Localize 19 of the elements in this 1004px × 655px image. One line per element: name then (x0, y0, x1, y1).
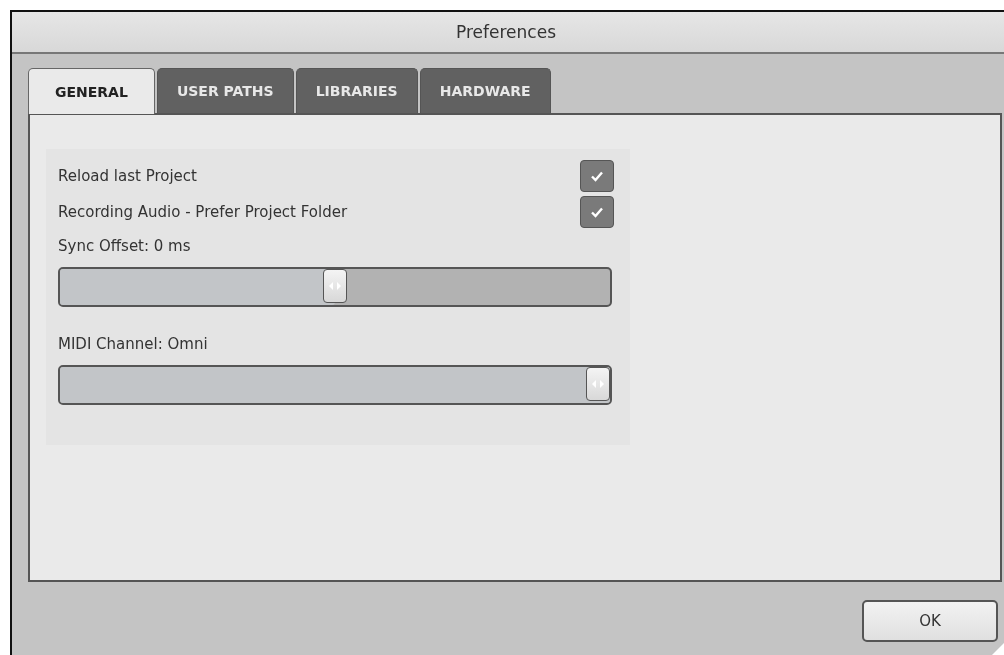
left-right-arrows-icon (329, 282, 341, 290)
tab[interactable]: HARDWARE (419, 68, 551, 113)
tab[interactable]: LIBRARIES (295, 68, 418, 113)
setting-label: Sync Offset: 0 ms (58, 237, 192, 255)
tab[interactable]: USER PATHS (156, 68, 294, 113)
setting-label: Recording Audio - Prefer Project Folder (58, 203, 348, 221)
tab[interactable]: GENERAL (28, 68, 155, 114)
checkmark-icon (590, 206, 604, 218)
ok-button[interactable]: OK (862, 600, 998, 642)
resize-grip-icon[interactable] (992, 643, 1004, 655)
left-right-arrows-icon (592, 380, 604, 388)
slider-handle[interactable] (323, 269, 347, 303)
setting-label: MIDI Channel: Omni (58, 335, 209, 353)
checkbox[interactable] (580, 160, 614, 192)
checkbox[interactable] (580, 196, 614, 228)
window-title: Preferences (456, 22, 556, 42)
slider-handle[interactable] (586, 367, 610, 401)
checkmark-icon (590, 170, 604, 182)
setting-label: Reload last Project (58, 167, 197, 185)
